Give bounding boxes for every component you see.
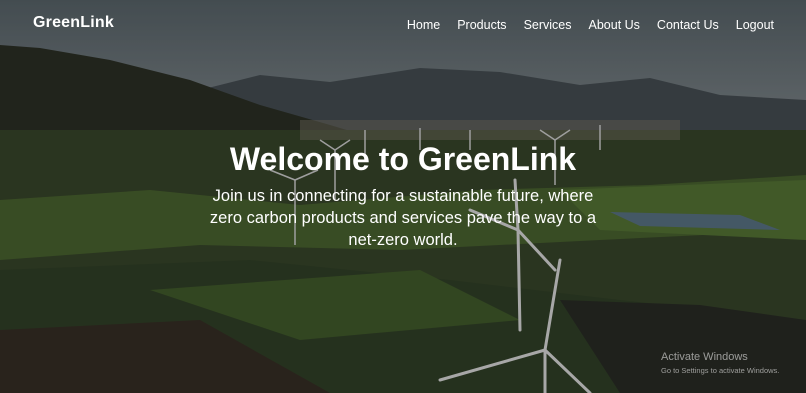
nav-about-link[interactable]: About Us [589, 18, 640, 32]
hero-title: Welcome to GreenLink [229, 141, 577, 177]
nav-contact-link[interactable]: Contact Us [657, 18, 719, 32]
nav-services-link[interactable]: Services [524, 18, 572, 32]
top-navbar: GreenLink Home Products Services About U… [0, 0, 806, 52]
activation-detail: Go to Settings to activate Windows. [661, 366, 780, 375]
nav-menu: Home Products Services About Us Contact … [407, 18, 774, 32]
nav-products-link[interactable]: Products [457, 18, 506, 32]
nav-logout-link[interactable]: Logout [736, 18, 774, 32]
hero-subtitle: Join us in connecting for a sustainable … [209, 187, 597, 249]
activation-title: Activate Windows [661, 351, 748, 363]
windows-activation-watermark: Activate Windows Go to Settings to activ… [661, 351, 779, 375]
nav-home-link[interactable]: Home [407, 18, 440, 32]
site-logo[interactable]: GreenLink [33, 14, 114, 32]
